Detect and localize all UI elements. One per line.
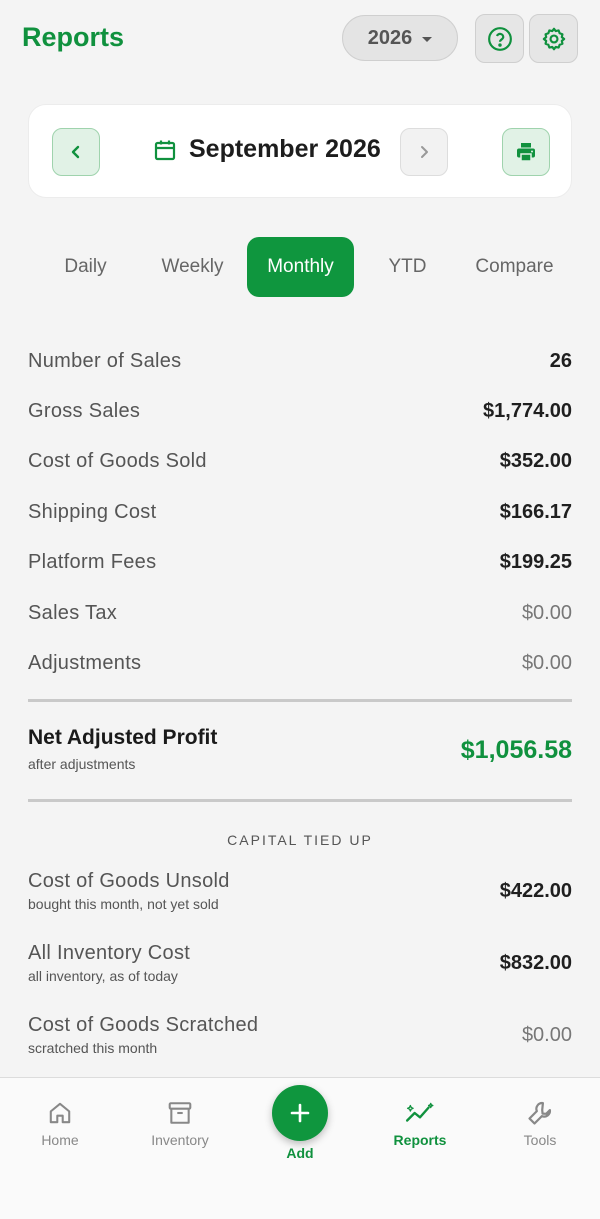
capital-section-title: CAPITAL TIED UP	[227, 832, 373, 848]
calendar-icon	[154, 140, 176, 160]
help-circle-icon	[487, 26, 512, 51]
capital-row-all-inventory: All Inventory Cost all inventory, as of …	[28, 942, 572, 990]
chevron-left-icon	[71, 145, 80, 159]
capital-value: $0.00	[521, 1024, 572, 1046]
next-month-button[interactable]	[400, 128, 448, 176]
plus-icon	[290, 1103, 310, 1123]
print-button[interactable]	[502, 128, 550, 176]
net-profit-block: Net Adjusted Profit after adjustments $1…	[28, 726, 572, 778]
year-select-value: 2026	[367, 26, 413, 49]
summary-label: Shipping Cost	[28, 500, 157, 523]
summary-list: Number of Sales 26 Gross Sales $1,774.00…	[28, 336, 572, 689]
nav-item-inventory[interactable]: Inventory	[120, 1098, 240, 1148]
help-button[interactable]	[475, 14, 524, 63]
summary-label: Platform Fees	[28, 551, 157, 574]
summary-value: $0.00	[521, 601, 572, 624]
summary-row-number-of-sales: Number of Sales 26	[28, 336, 572, 386]
capital-row-scratched: Cost of Goods Scratched scratched this m…	[28, 1014, 572, 1062]
nav-label: Reports	[393, 1132, 447, 1148]
summary-value: $199.25	[499, 551, 572, 574]
add-button[interactable]	[272, 1085, 328, 1141]
nav-label: Home	[41, 1132, 79, 1148]
month-navigator: September 2026	[28, 104, 572, 198]
add-label[interactable]: Add	[240, 1145, 360, 1161]
summary-label: Number of Sales	[28, 349, 182, 372]
settings-button[interactable]	[529, 14, 578, 63]
gear-icon	[542, 27, 565, 50]
tab-compare[interactable]: Compare	[461, 237, 568, 297]
month-label: September 2026	[189, 135, 381, 163]
nav-item-reports[interactable]: Reports	[360, 1098, 480, 1148]
page-title: Reports	[22, 22, 125, 52]
summary-label: Gross Sales	[28, 400, 141, 423]
home-icon	[49, 1102, 71, 1124]
capital-row-unsold: Cost of Goods Unsold bought this month, …	[28, 870, 572, 918]
capital-label: Cost of Goods Scratched	[28, 1014, 259, 1036]
summary-value: 26	[549, 349, 572, 372]
capital-value: $422.00	[499, 880, 572, 902]
summary-row-platform-fees: Platform Fees $199.25	[28, 538, 572, 588]
capital-sublabel: scratched this month	[28, 1040, 158, 1056]
nav-label: Tools	[523, 1132, 557, 1148]
wrench-icon	[528, 1101, 552, 1125]
divider	[28, 699, 572, 702]
summary-row-cost-of-goods-sold: Cost of Goods Sold $352.00	[28, 437, 572, 487]
nav-item-tools[interactable]: Tools	[480, 1098, 600, 1148]
capital-label: Cost of Goods Unsold	[28, 870, 230, 892]
nav-label: Inventory	[151, 1132, 209, 1148]
previous-month-button[interactable]	[52, 128, 100, 176]
capital-sublabel: all inventory, as of today	[28, 968, 178, 984]
summary-row-shipping-cost: Shipping Cost $166.17	[28, 487, 572, 537]
trending-sparkle-icon	[405, 1102, 434, 1122]
archive-box-icon	[168, 1102, 192, 1124]
summary-value: $166.17	[499, 500, 572, 523]
net-profit-value: $1,056.58	[460, 736, 572, 764]
chevron-right-icon	[421, 146, 428, 158]
capital-sublabel: bought this month, not yet sold	[28, 896, 219, 912]
summary-label: Sales Tax	[28, 601, 118, 624]
tab-weekly[interactable]: Weekly	[139, 237, 246, 297]
capital-label: All Inventory Cost	[28, 942, 191, 964]
top-header: Reports 2026	[0, 0, 600, 80]
summary-value: $1,774.00	[483, 400, 572, 423]
summary-row-gross-sales: Gross Sales $1,774.00	[28, 386, 572, 436]
capital-value: $832.00	[499, 952, 572, 974]
summary-row-adjustments: Adjustments $0.00	[28, 638, 572, 688]
month-label-group: September 2026	[153, 135, 381, 164]
year-select[interactable]: 2026	[342, 15, 458, 61]
period-tabs: Daily Weekly Monthly YTD Compare	[32, 237, 568, 297]
nav-item-home[interactable]: Home	[0, 1098, 120, 1148]
tab-ytd[interactable]: YTD	[354, 237, 461, 297]
summary-value: $352.00	[499, 450, 572, 473]
caret-down-icon	[422, 36, 433, 42]
summary-value: $0.00	[521, 652, 572, 675]
tab-daily[interactable]: Daily	[32, 237, 139, 297]
summary-label: Cost of Goods Sold	[28, 450, 207, 473]
summary-row-sales-tax: Sales Tax $0.00	[28, 588, 572, 638]
tab-monthly[interactable]: Monthly	[247, 237, 354, 297]
printer-icon	[517, 143, 535, 162]
summary-label: Adjustments	[28, 652, 142, 675]
divider	[28, 799, 572, 802]
